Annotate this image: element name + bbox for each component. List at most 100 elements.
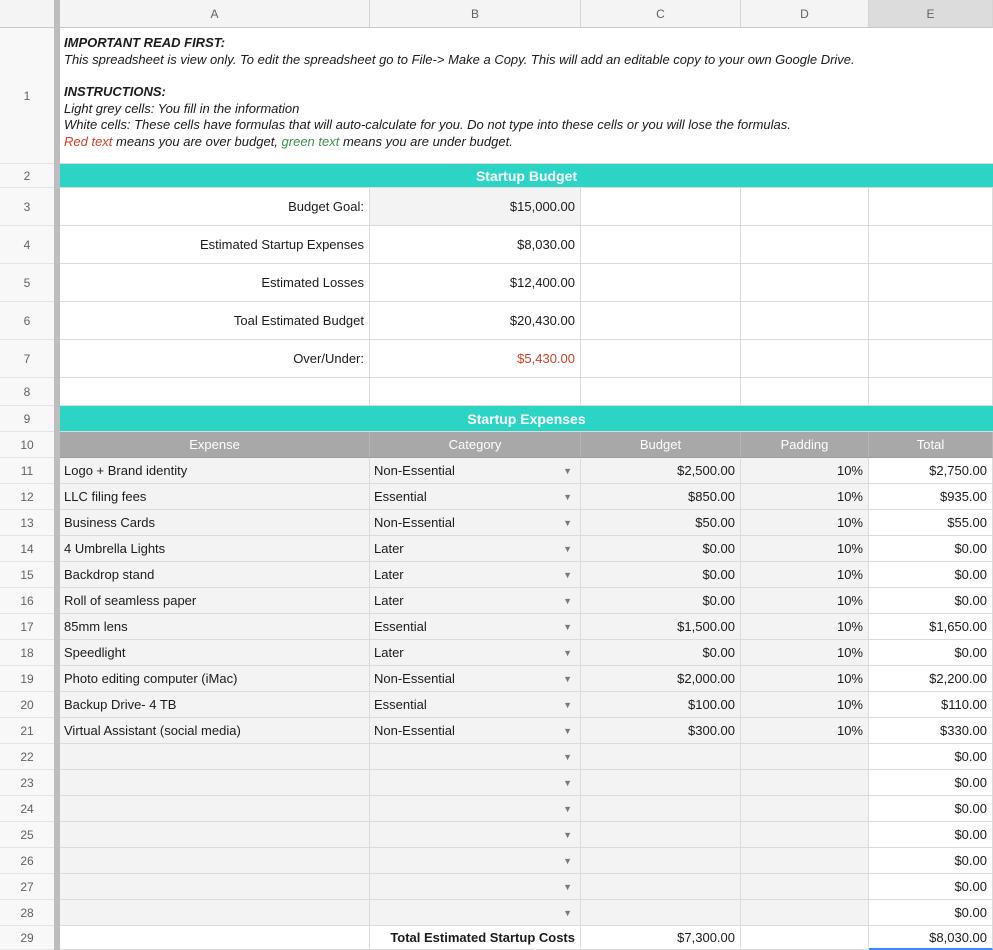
expense-cell[interactable]: Photo editing computer (iMac) (60, 666, 370, 692)
total-cell[interactable]: $55.00 (869, 510, 993, 536)
padding-cell[interactable]: 10% (741, 484, 869, 510)
padding-cell[interactable] (741, 900, 869, 926)
grand-total-budget-cell[interactable]: $7,300.00 (581, 926, 741, 950)
category-cell[interactable]: ▼ (370, 744, 581, 770)
row-header-24[interactable]: 24 (0, 796, 54, 822)
chevron-down-icon[interactable]: ▼ (563, 700, 572, 710)
row-header-19[interactable]: 19 (0, 666, 54, 692)
category-cell[interactable]: Later▼ (370, 588, 581, 614)
category-cell[interactable]: Later▼ (370, 536, 581, 562)
column-header-b[interactable]: B (370, 0, 581, 28)
budget-cell[interactable] (581, 770, 741, 796)
category-column-header[interactable]: Category (370, 432, 581, 458)
empty-cell[interactable] (869, 264, 993, 302)
row-header-8[interactable]: 8 (0, 378, 54, 406)
padding-cell[interactable]: 10% (741, 588, 869, 614)
row-header-28[interactable]: 28 (0, 900, 54, 926)
padding-cell[interactable] (741, 796, 869, 822)
over-under-label-cell[interactable]: Over/Under: (60, 340, 370, 378)
total-cell[interactable]: $0.00 (869, 874, 993, 900)
total-column-header[interactable]: Total (869, 432, 993, 458)
column-header-e[interactable]: E (869, 0, 993, 28)
select-all-corner[interactable] (0, 0, 54, 28)
row-header-22[interactable]: 22 (0, 744, 54, 770)
category-cell[interactable]: ▼ (370, 796, 581, 822)
budget-cell[interactable]: $50.00 (581, 510, 741, 536)
row-header-2[interactable]: 2 (0, 164, 54, 188)
total-cell[interactable]: $0.00 (869, 796, 993, 822)
expense-cell[interactable]: Business Cards (60, 510, 370, 536)
row-header-27[interactable]: 27 (0, 874, 54, 900)
empty-cell[interactable] (581, 302, 741, 340)
budget-cell[interactable] (581, 822, 741, 848)
budget-cell[interactable]: $2,000.00 (581, 666, 741, 692)
budget-cell[interactable] (581, 744, 741, 770)
budget-cell[interactable] (581, 796, 741, 822)
total-cell[interactable]: $0.00 (869, 588, 993, 614)
expense-cell[interactable]: 85mm lens (60, 614, 370, 640)
row-header-18[interactable]: 18 (0, 640, 54, 666)
chevron-down-icon[interactable]: ▼ (563, 908, 572, 918)
empty-cell[interactable] (581, 378, 741, 406)
expense-cell[interactable] (60, 822, 370, 848)
chevron-down-icon[interactable]: ▼ (563, 830, 572, 840)
estimated-losses-value-cell[interactable]: $12,400.00 (370, 264, 581, 302)
empty-cell[interactable] (741, 378, 869, 406)
row-header-12[interactable]: 12 (0, 484, 54, 510)
chevron-down-icon[interactable]: ▼ (563, 882, 572, 892)
total-estimated-budget-value-cell[interactable]: $20,430.00 (370, 302, 581, 340)
padding-cell[interactable] (741, 744, 869, 770)
total-cell[interactable]: $330.00 (869, 718, 993, 744)
budget-cell[interactable]: $100.00 (581, 692, 741, 718)
empty-cell[interactable] (741, 188, 869, 226)
total-cell[interactable]: $0.00 (869, 822, 993, 848)
chevron-down-icon[interactable]: ▼ (563, 778, 572, 788)
padding-cell[interactable]: 10% (741, 536, 869, 562)
budget-column-header[interactable]: Budget (581, 432, 741, 458)
chevron-down-icon[interactable]: ▼ (563, 648, 572, 658)
chevron-down-icon[interactable]: ▼ (563, 518, 572, 528)
empty-cell[interactable] (741, 302, 869, 340)
chevron-down-icon[interactable]: ▼ (563, 544, 572, 554)
expense-cell[interactable]: Backdrop stand (60, 562, 370, 588)
row-header-10[interactable]: 10 (0, 432, 54, 458)
row-header-7[interactable]: 7 (0, 340, 54, 378)
empty-cell[interactable] (869, 378, 993, 406)
category-cell[interactable]: Non-Essential▼ (370, 666, 581, 692)
padding-cell[interactable] (741, 822, 869, 848)
chevron-down-icon[interactable]: ▼ (563, 596, 572, 606)
budget-cell[interactable]: $0.00 (581, 536, 741, 562)
expense-cell[interactable] (60, 900, 370, 926)
estimated-expenses-label-cell[interactable]: Estimated Startup Expenses (60, 226, 370, 264)
expense-cell[interactable]: LLC filing fees (60, 484, 370, 510)
row-header-9[interactable]: 9 (0, 406, 54, 432)
padding-column-header[interactable]: Padding (741, 432, 869, 458)
total-cell[interactable]: $0.00 (869, 562, 993, 588)
row-header-29[interactable]: 29 (0, 926, 54, 950)
budget-cell[interactable]: $1,500.00 (581, 614, 741, 640)
row-header-15[interactable]: 15 (0, 562, 54, 588)
budget-cell[interactable] (581, 900, 741, 926)
row-header-23[interactable]: 23 (0, 770, 54, 796)
empty-cell[interactable] (581, 340, 741, 378)
expense-cell[interactable] (60, 796, 370, 822)
budget-cell[interactable]: $0.00 (581, 562, 741, 588)
category-cell[interactable]: Essential▼ (370, 484, 581, 510)
row-header-5[interactable]: 5 (0, 264, 54, 302)
padding-cell[interactable]: 10% (741, 692, 869, 718)
category-cell[interactable]: ▼ (370, 822, 581, 848)
row-header-14[interactable]: 14 (0, 536, 54, 562)
empty-cell[interactable] (60, 378, 370, 406)
chevron-down-icon[interactable]: ▼ (563, 856, 572, 866)
padding-cell[interactable] (741, 770, 869, 796)
total-cell[interactable]: $0.00 (869, 744, 993, 770)
expense-cell[interactable]: Speedlight (60, 640, 370, 666)
row-header-21[interactable]: 21 (0, 718, 54, 744)
row-header-1[interactable]: 1 (0, 28, 54, 164)
total-cell[interactable]: $2,750.00 (869, 458, 993, 484)
empty-cell[interactable] (370, 378, 581, 406)
empty-cell[interactable] (869, 226, 993, 264)
empty-cell[interactable] (581, 188, 741, 226)
expense-cell[interactable] (60, 874, 370, 900)
budget-cell[interactable]: $2,500.00 (581, 458, 741, 484)
